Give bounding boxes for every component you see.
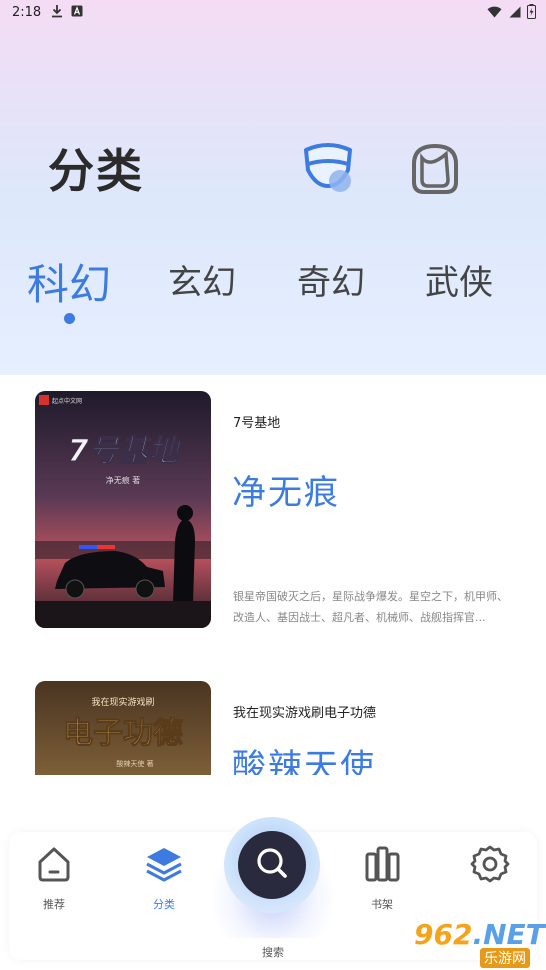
tab-wuxia[interactable]: 武侠 [425,255,493,304]
settings-gear-icon [450,844,530,888]
list-item[interactable]: 我在现实游戏刷 电子功德 酸辣天使 著 我在现实游戏刷电子功德 酸辣天使 [0,681,546,775]
status-time: 2:18 [12,4,42,20]
watermark-logo: 962.NET 乐游网 [414,918,546,968]
nav-label-search: 搜索 [262,946,284,959]
book-description: 银星帝国破灭之后，星际战争爆发。星空之下，机甲师、改造人、基因战士、超凡者、机械… [233,590,508,624]
nav-label-category: 分类 [153,898,175,911]
bookshelf-icon [342,844,422,888]
watermark-main: 962 [414,918,473,951]
nav-label-bookshelf: 书架 [371,898,393,911]
page-title: 分类 [48,144,144,198]
layers-icon [124,844,204,888]
nav-item-recommend[interactable]: 推荐 [14,844,94,912]
search-button-inner [238,831,306,899]
cover-title: 7号基地 [68,434,183,469]
book-list: 起点中文网 7号基地 净无痕 著 7号基地 净无痕 银星帝国破灭之后，星际战争爆… [0,375,546,775]
nav-item-bookshelf[interactable]: 书架 [342,844,422,912]
tab-fantasy[interactable]: 奇幻 [297,255,365,304]
tab-scifi[interactable]: 科幻 [27,251,111,312]
cover-subtitle: 我在现实游戏刷 [91,696,154,708]
face-outline-icon[interactable] [410,142,460,200]
a-badge-icon [71,5,83,20]
battery-charging-icon [527,4,536,19]
download-icon [51,4,63,21]
active-tab-indicator [64,313,75,324]
home-icon [14,844,94,888]
mask-face-icon[interactable] [300,140,356,200]
cover-badge: 起点中文网 [52,397,82,405]
book-author: 酸辣天使 [232,747,376,775]
tab-xuanhuan[interactable]: 玄幻 [168,255,236,304]
cover-author: 酸辣天使 著 [116,759,153,768]
cover-author: 净无痕 著 [106,475,141,485]
watermark-suffix: .NET [472,918,545,951]
book-title[interactable]: 我在现实游戏刷电子功德 [233,702,376,721]
book-title[interactable]: 7号基地 [233,412,280,431]
category-tabs: 科幻 玄幻 奇幻 武侠 [0,255,546,315]
watermark-sub: 乐游网 [480,948,530,968]
book-cover[interactable]: 起点中文网 7号基地 净无痕 著 [35,391,211,628]
book-cover[interactable]: 我在现实游戏刷 电子功德 酸辣天使 著 [35,681,211,775]
wifi-icon [487,6,502,17]
cover-title: 电子功德 [63,716,183,751]
nav-label-recommend: 推荐 [43,898,65,911]
nav-item-category[interactable]: 分类 [124,844,204,912]
nav-item-settings[interactable] [450,844,530,896]
status-bar: 2:18 [0,0,546,24]
search-icon [252,843,292,887]
signal-icon [509,6,521,17]
book-author: 净无痕 [232,473,340,513]
list-item[interactable]: 起点中文网 7号基地 净无痕 著 7号基地 净无痕 银星帝国破灭之后，星际战争爆… [0,391,546,651]
search-button[interactable] [224,817,320,913]
